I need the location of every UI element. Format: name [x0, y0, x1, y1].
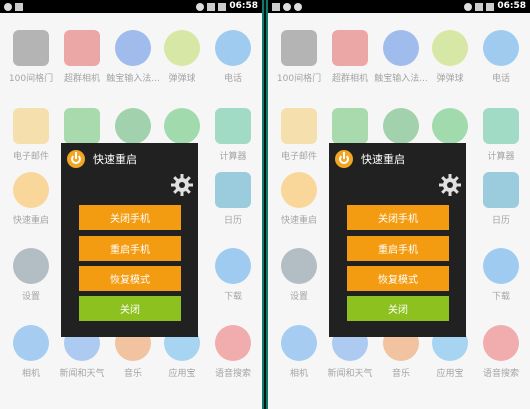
close-button[interactable]: 关闭	[347, 296, 449, 321]
shutdown-button[interactable]: 关闭手机	[79, 205, 181, 230]
dialog-header: 快速重启	[67, 149, 192, 169]
notification-icon	[283, 2, 291, 11]
dialog-header: 快速重启	[335, 149, 460, 169]
phone-screen-left: 06:58 100间格门超群相机触宝输入法...弹弹球电话电子邮件计算器快速重启…	[0, 0, 262, 409]
status-time: 06:58	[229, 1, 258, 11]
reboot-button[interactable]: 重启手机	[347, 236, 449, 261]
reboot-dialog: 快速重启 关闭手机 重启手机 恢复模式 关闭	[329, 143, 466, 337]
wifi-icon	[464, 2, 473, 11]
gear-icon[interactable]	[438, 173, 462, 197]
status-time: 06:58	[497, 1, 526, 11]
close-button[interactable]: 关闭	[79, 296, 181, 321]
notification-icon	[15, 2, 23, 11]
dialog-title: 快速重启	[93, 153, 137, 166]
signal-icon	[475, 2, 484, 11]
status-bar: 06:58	[0, 0, 262, 13]
reboot-button[interactable]: 重启手机	[79, 236, 181, 261]
shutdown-button[interactable]: 关闭手机	[347, 205, 449, 230]
power-icon	[67, 150, 85, 168]
status-bar: 06:58	[268, 0, 530, 13]
gear-icon[interactable]	[170, 173, 194, 197]
recovery-mode-button[interactable]: 恢复模式	[347, 266, 449, 291]
wifi-icon	[196, 2, 205, 11]
dialog-title: 快速重启	[361, 153, 405, 166]
signal-icon	[207, 2, 216, 11]
power-icon	[335, 150, 353, 168]
battery-icon	[486, 2, 495, 11]
notification-icon	[272, 2, 280, 11]
screen-divider-line	[264, 0, 266, 409]
phone-screen-right: 06:58 100间格门超群相机触宝输入法...弹弹球电话电子邮件计算器快速重启…	[268, 0, 530, 409]
recovery-mode-button[interactable]: 恢复模式	[79, 266, 181, 291]
notification-icon	[294, 2, 302, 11]
reboot-dialog: 快速重启 关闭手机 重启手机 恢复模式 关闭	[61, 143, 198, 337]
notification-icon	[4, 2, 12, 11]
battery-icon	[218, 2, 227, 11]
